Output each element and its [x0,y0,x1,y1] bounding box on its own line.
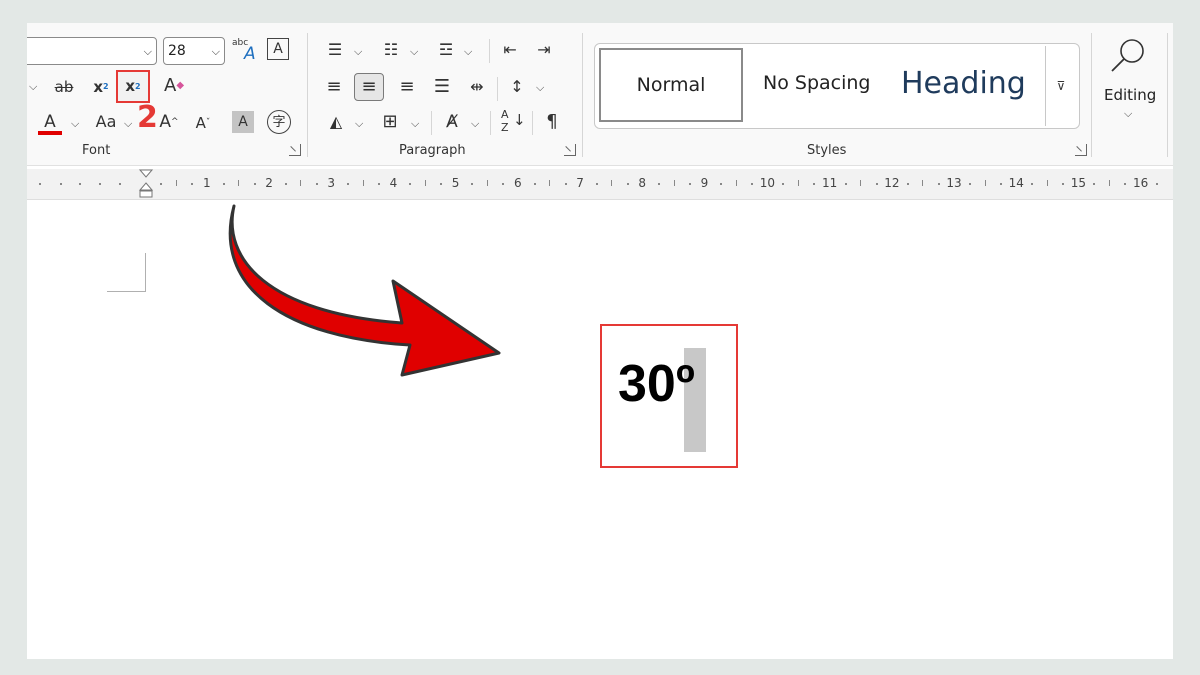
word-window: ⌵ 28 ⌵ abc A A ⌵ ab x2 x2 A ◆ A ⌵ Aa ⌵ A… [27,23,1173,659]
arrow-icon [228,204,501,377]
